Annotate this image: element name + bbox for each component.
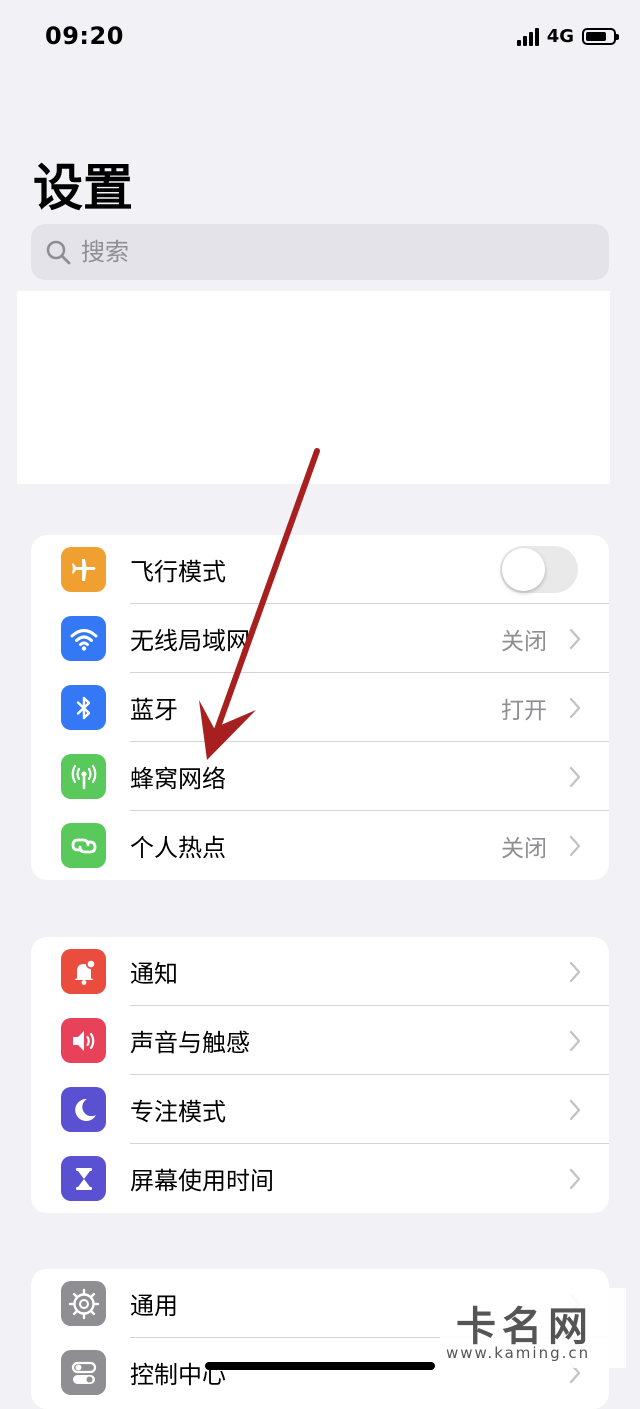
sound-icon	[61, 1018, 106, 1063]
chevron-right-icon	[569, 1099, 581, 1121]
personal-hotspot-status: 关闭	[501, 835, 547, 862]
settings-row-screen-time[interactable]: 屏幕使用时间	[31, 1144, 609, 1213]
settings-row-focus[interactable]: 专注模式	[31, 1075, 609, 1144]
search-bar[interactable]	[31, 224, 609, 280]
settings-row-bluetooth[interactable]: 蓝牙 打开	[31, 673, 609, 742]
chevron-right-icon	[569, 961, 581, 983]
settings-group-connectivity: 飞行模式 无线局域网 关闭 蓝牙 打开 蜂窝网络 个人热点 关闭	[31, 535, 609, 880]
screen-time-label: 屏幕使用时间	[130, 1167, 274, 1195]
profile-card[interactable]	[17, 291, 610, 484]
settings-row-notifications[interactable]: 通知	[31, 937, 609, 1006]
page-title: 设置	[33, 159, 133, 217]
settings-row-personal-hotspot[interactable]: 个人热点 关闭	[31, 811, 609, 880]
notifications-label: 通知	[130, 960, 178, 988]
watermark-url: www.kaming.cn	[446, 1344, 591, 1362]
airplane-mode-toggle[interactable]	[500, 546, 578, 593]
cellular-icon	[61, 754, 106, 799]
focus-label: 专注模式	[130, 1098, 226, 1126]
personal-hotspot-label: 个人热点	[130, 834, 226, 862]
bluetooth-status: 打开	[501, 697, 547, 724]
settings-row-wifi[interactable]: 无线局域网 关闭	[31, 604, 609, 673]
home-indicator[interactable]	[205, 1362, 435, 1370]
airplane-mode-label: 飞行模式	[130, 558, 226, 586]
status-indicators: 4G	[516, 26, 619, 47]
wifi-icon	[61, 616, 106, 661]
settings-row-sounds-haptics[interactable]: 声音与触感	[31, 1006, 609, 1075]
airplane-icon	[61, 547, 106, 592]
cellular-label: 蜂窝网络	[130, 765, 226, 793]
moon-icon	[61, 1087, 106, 1132]
chevron-right-icon	[569, 1168, 581, 1190]
hourglass-icon	[61, 1156, 106, 1201]
wifi-label: 无线局域网	[130, 627, 250, 655]
bluetooth-label: 蓝牙	[130, 696, 178, 724]
hotspot-icon	[61, 823, 106, 868]
network-type-label: 4G	[546, 26, 574, 47]
search-input[interactable]	[79, 237, 563, 267]
watermark: 卡名网 www.kaming.cn	[440, 1288, 626, 1368]
notification-icon	[61, 949, 106, 994]
status-bar: 09:20 4G	[0, 0, 640, 80]
battery-icon	[582, 28, 619, 45]
chevron-right-icon	[569, 835, 581, 857]
search-icon	[46, 240, 71, 265]
gear-icon	[61, 1281, 106, 1326]
chevron-right-icon	[569, 1030, 581, 1052]
settings-row-cellular[interactable]: 蜂窝网络	[31, 742, 609, 811]
sounds-haptics-label: 声音与触感	[130, 1029, 250, 1057]
status-time: 09:20	[45, 22, 124, 50]
chevron-right-icon	[569, 628, 581, 650]
bluetooth-icon	[61, 685, 106, 730]
settings-group-notifications: 通知 声音与触感 专注模式 屏幕使用时间	[31, 937, 609, 1213]
switches-icon	[61, 1350, 106, 1395]
wifi-status: 关闭	[501, 628, 547, 655]
signal-strength-icon	[516, 27, 539, 46]
settings-row-airplane-mode[interactable]: 飞行模式	[31, 535, 609, 604]
chevron-right-icon	[569, 766, 581, 788]
chevron-right-icon	[569, 697, 581, 719]
general-label: 通用	[130, 1292, 178, 1320]
